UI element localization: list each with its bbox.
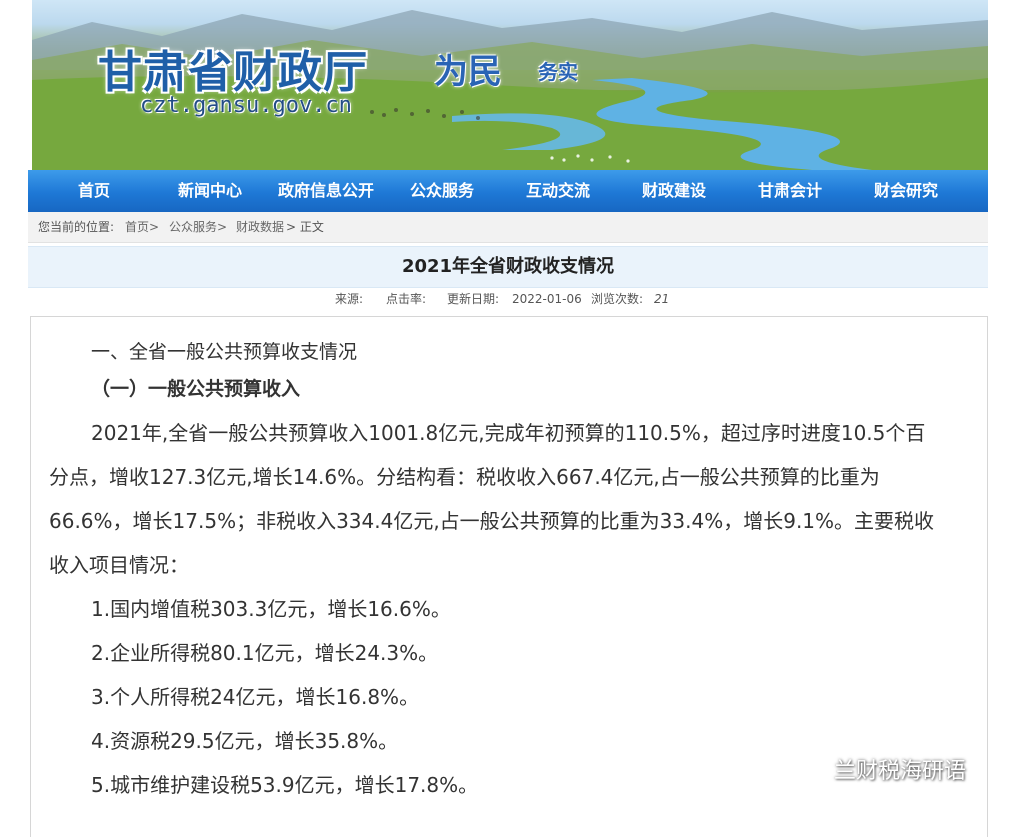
- list-item: 4.资源税29.5亿元，增长35.8%。: [91, 729, 399, 753]
- list-item: 1.国内增值税303.3亿元，增长16.6%。: [91, 597, 451, 621]
- subsection-heading: （一）一般公共预算收入: [91, 378, 301, 400]
- breadcrumb-prefix: 您当前的位置:: [38, 220, 115, 234]
- meta-date-label: 更新日期:: [447, 292, 500, 306]
- main-nav: 首页 新闻中心 政府信息公开 公众服务 互动交流 财政建设 甘肃会计 财会研究: [28, 170, 988, 212]
- breadcrumb: 您当前的位置: 首页> 公众服务> 财政数据 > 正文: [28, 212, 988, 243]
- paragraph-line: 分点，增收127.3亿元,增长14.6%。分结构看：税收收入667.4亿元,占一…: [49, 465, 880, 489]
- nav-item-gov-info[interactable]: 政府信息公开: [278, 170, 374, 212]
- meta-views: 21: [654, 292, 670, 306]
- watermark: 兰财税海研语: [790, 752, 966, 786]
- site-banner: 甘肃省财政厅 为民 务实 czt.gansu.gov.cn: [32, 0, 988, 170]
- nav-item-gansu-accounting[interactable]: 甘肃会计: [758, 170, 822, 212]
- breadcrumb-finance-data[interactable]: 财政数据: [236, 212, 284, 242]
- paragraph-line: 66.6%，增长17.5%；非税收入334.4亿元,占一般公共预算的比重为33.…: [49, 509, 935, 533]
- article-title: 2021年全省财政收支情况: [28, 246, 988, 288]
- nav-item-accounting-research[interactable]: 财会研究: [874, 170, 938, 212]
- paragraph-line: 收入项目情况：: [49, 553, 189, 577]
- nav-item-public-service[interactable]: 公众服务: [410, 170, 474, 212]
- nav-item-interaction[interactable]: 互动交流: [526, 170, 590, 212]
- slogan-sub: 务实: [538, 60, 578, 84]
- watermark-text: 兰财税海研语: [834, 759, 967, 784]
- breadcrumb-current: > 正文: [286, 220, 324, 234]
- nav-item-finance-build[interactable]: 财政建设: [642, 170, 706, 212]
- slogan-main: 为民: [434, 52, 502, 92]
- site-title: 甘肃省财政厅: [98, 47, 368, 98]
- list-item: 5.城市维护建设税53.9亿元，增长17.8%。: [91, 773, 479, 797]
- meta-views-label: 浏览次数:: [591, 292, 644, 306]
- list-item: 3.个人所得税24亿元，增长16.8%。: [91, 685, 420, 709]
- nav-item-home[interactable]: 首页: [78, 170, 110, 212]
- breadcrumb-public-service[interactable]: 公众服务>: [169, 212, 227, 242]
- article-meta: 来源: 点击率: 更新日期: 2022-01-06 浏览次数: 21: [28, 290, 988, 308]
- nav-item-news[interactable]: 新闻中心: [178, 170, 242, 212]
- paragraph-line: 2021年,全省一般公共预算收入1001.8亿元,完成年初预算的110.5%，超…: [91, 421, 926, 445]
- site-domain: czt.gansu.gov.cn: [140, 93, 352, 118]
- list-item: 2.企业所得税80.1亿元，增长24.3%。: [91, 641, 439, 665]
- meta-source-label: 来源:: [335, 292, 364, 306]
- meta-date: 2022-01-06: [512, 292, 582, 306]
- breadcrumb-home[interactable]: 首页>: [125, 212, 159, 242]
- wechat-icon: [791, 757, 824, 781]
- meta-clicks-label: 点击率:: [386, 292, 427, 306]
- section-heading: 一、全省一般公共预算收支情况: [91, 341, 358, 363]
